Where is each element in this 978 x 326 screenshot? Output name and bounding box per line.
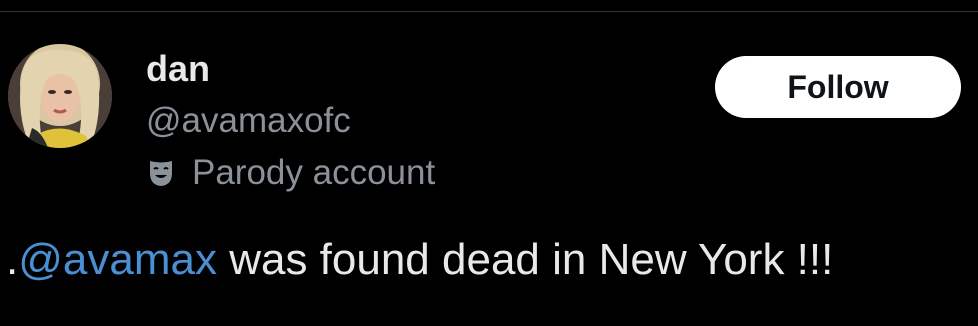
display-name[interactable]: dan	[146, 46, 210, 92]
avatar[interactable]	[8, 44, 112, 148]
user-handle[interactable]: @avamaxofc	[146, 98, 351, 144]
top-divider	[0, 0, 978, 12]
tweet-text: .@avamax was found dead in New York !!!	[6, 230, 833, 290]
tweet-body: was found dead in New York !!!	[216, 235, 834, 284]
mention-link[interactable]: @avamax	[18, 235, 217, 284]
parody-label-text: Parody account	[192, 153, 436, 192]
tweet-prefix: .	[6, 235, 19, 284]
parody-account-label: Parody account	[146, 150, 435, 196]
follow-button[interactable]: Follow	[715, 56, 961, 118]
avatar-image	[8, 44, 112, 148]
theater-mask-icon	[146, 158, 176, 188]
